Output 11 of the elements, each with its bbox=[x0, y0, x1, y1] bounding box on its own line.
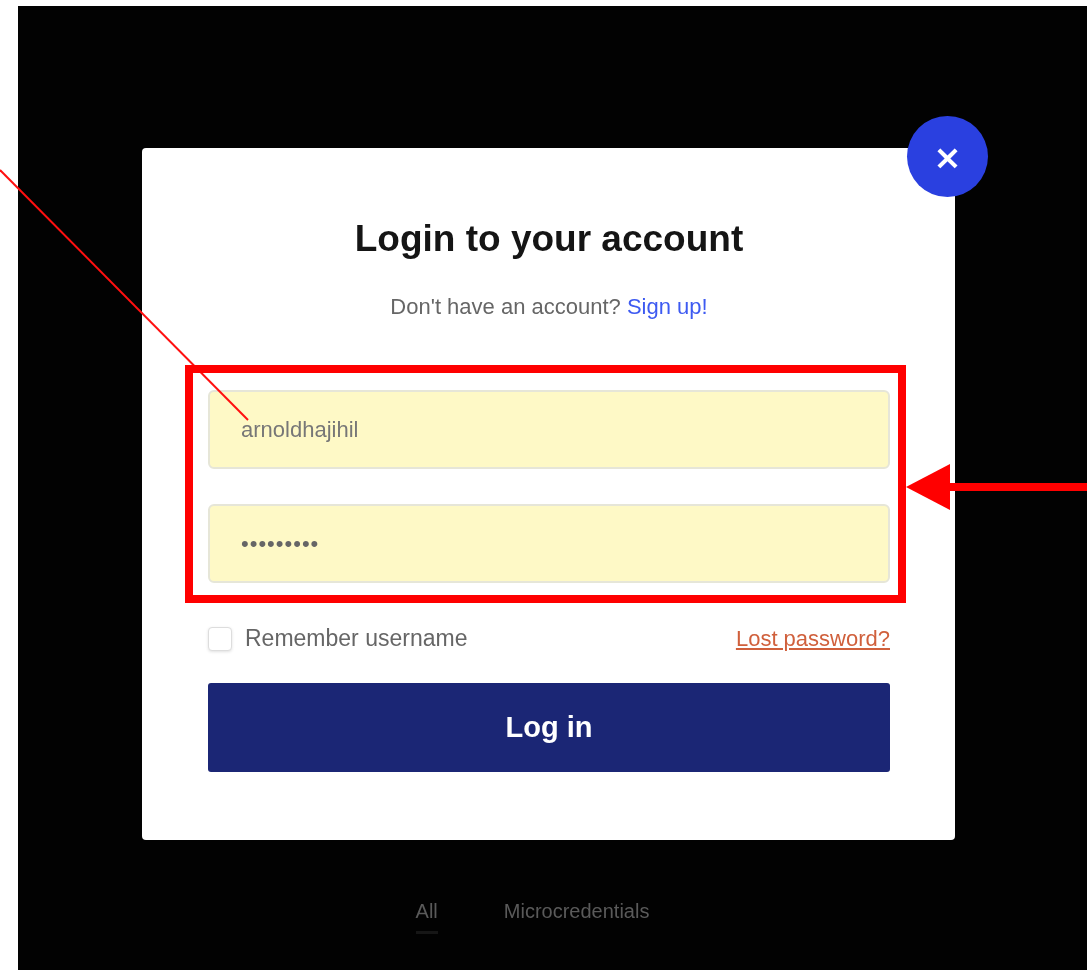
dialog-title: Login to your account bbox=[354, 218, 744, 260]
lost-password-link[interactable]: Lost password? bbox=[735, 625, 890, 652]
login-button[interactable]: Log in bbox=[208, 683, 890, 772]
username-field[interactable]: arnoldhajihil bbox=[208, 390, 890, 469]
signup-link[interactable]: Sign up! bbox=[626, 294, 708, 319]
remember-checkbox[interactable] bbox=[208, 626, 232, 651]
remember-label: Remember username bbox=[245, 625, 468, 652]
signup-prompt: Don't have an account? Sign up! bbox=[390, 294, 708, 320]
category-tab[interactable]: Microcredentials bbox=[503, 900, 650, 934]
category-tab[interactable]: All bbox=[415, 900, 438, 934]
password-field[interactable]: ••••••••• bbox=[208, 504, 890, 583]
